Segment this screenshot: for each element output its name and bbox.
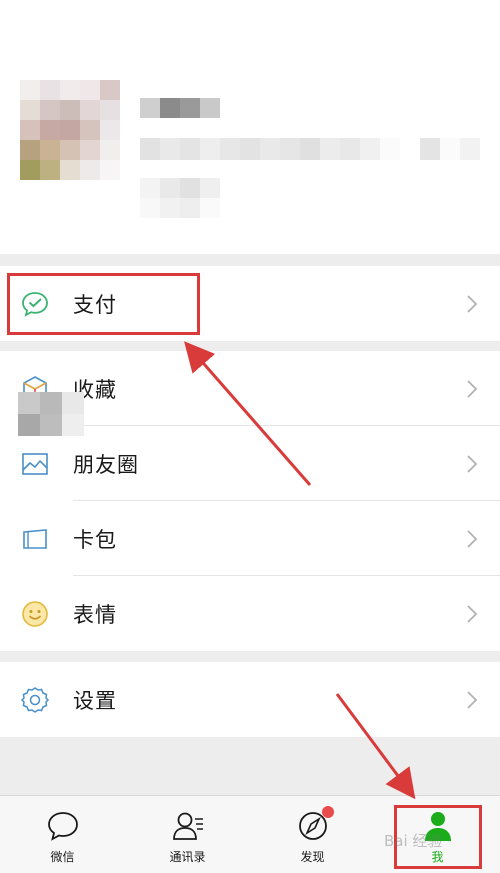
me-person-icon <box>424 812 451 841</box>
gear-icon <box>20 685 50 715</box>
profile-id-blurred <box>140 138 480 160</box>
menu-item-label: 朋友圈 <box>73 452 139 477</box>
profile-name-blurred <box>140 98 220 118</box>
chevron-right-icon <box>467 454 478 473</box>
avatar[interactable] <box>20 80 120 180</box>
tab-label: 微信 <box>50 850 75 864</box>
menu-item-settings[interactable]: 设置 <box>0 662 500 737</box>
chevron-right-icon <box>467 690 478 709</box>
chevron-right-icon <box>467 604 478 623</box>
tab-label: 发现 <box>300 850 325 864</box>
notification-dot <box>321 806 334 818</box>
sticker-smiley-icon <box>20 599 50 629</box>
menu-item-label: 卡包 <box>73 527 117 552</box>
tab-chats[interactable]: 微信 <box>0 796 125 873</box>
menu-item-pay[interactable]: 支付 <box>0 266 500 341</box>
tab-contacts[interactable]: 通讯录 <box>125 796 250 873</box>
chevron-right-icon <box>467 294 478 313</box>
menu-item-label: 支付 <box>73 292 117 317</box>
pay-section: 支付 <box>0 266 500 341</box>
menu-item-stickers[interactable]: 表情 <box>0 576 500 651</box>
contacts-icon <box>172 812 203 840</box>
bottom-tab-bar: 微信 通讯录 发现 我 <box>0 795 500 873</box>
menu-item-label: 表情 <box>73 602 117 627</box>
menu-item-moments[interactable]: 朋友圈 <box>0 426 500 501</box>
wechat-pay-icon <box>20 289 50 319</box>
tab-discover[interactable]: 发现 <box>250 796 375 873</box>
redaction-patch <box>18 392 84 436</box>
chevron-right-icon <box>467 529 478 548</box>
compass-icon-wrap <box>296 806 334 842</box>
tab-label: 我 <box>431 850 444 864</box>
profile-header[interactable] <box>0 0 500 254</box>
tab-label: 通讯录 <box>169 850 206 864</box>
card-wallet-icon <box>20 524 50 554</box>
chevron-right-icon <box>467 379 478 398</box>
profile-sub-blurred <box>140 178 220 218</box>
moments-photo-icon <box>20 449 50 479</box>
settings-section: 设置 <box>0 662 500 737</box>
chat-bubble-icon <box>47 812 78 841</box>
tab-me[interactable]: 我 <box>375 796 500 873</box>
menu-item-card-wallet[interactable]: 卡包 <box>0 501 500 576</box>
menu-item-label: 设置 <box>73 688 117 713</box>
